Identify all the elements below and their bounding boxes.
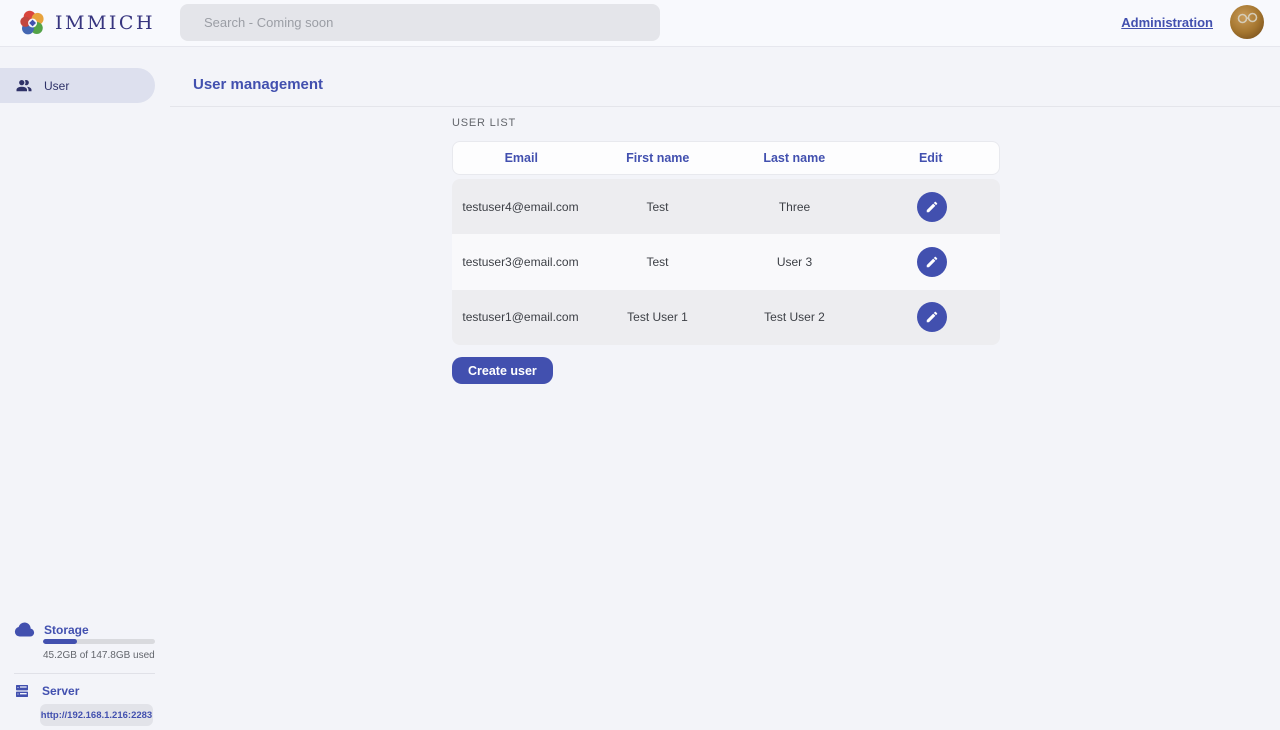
- edit-user-button[interactable]: [917, 302, 947, 332]
- user-table-body: testuser4@email.com Test Three testuser3…: [452, 179, 1000, 345]
- table-row: testuser4@email.com Test Three: [452, 179, 1000, 234]
- user-table-header: Email First name Last name Edit: [452, 141, 1000, 175]
- cell-email: testuser1@email.com: [452, 310, 589, 324]
- cell-email: testuser3@email.com: [452, 255, 589, 269]
- user-avatar[interactable]: [1230, 5, 1264, 39]
- storage-progress-fill: [43, 639, 77, 644]
- user-list-label: USER LIST: [452, 117, 516, 129]
- cell-first-name: Test: [589, 255, 726, 269]
- sidebar-divider: [14, 673, 155, 674]
- sidebar-item-label: User: [44, 79, 69, 93]
- table-row: testuser3@email.com Test User 3: [452, 234, 1000, 289]
- storage-usage-text: 45.2GB of 147.8GB used: [43, 650, 155, 661]
- logo-wordmark: IMMICH: [55, 12, 155, 34]
- cell-email: testuser4@email.com: [452, 200, 589, 214]
- page-title: User management: [193, 76, 323, 93]
- cell-last-name: User 3: [726, 255, 863, 269]
- column-header-email: Email: [453, 151, 590, 165]
- users-icon: [15, 77, 33, 95]
- pencil-icon: [925, 200, 939, 214]
- cloud-icon: [14, 619, 35, 640]
- cell-last-name: Test User 2: [726, 310, 863, 324]
- title-divider: [170, 106, 1280, 107]
- search-input[interactable]: [180, 4, 660, 41]
- immich-admin-app: IMMICH Administration: [0, 0, 1280, 730]
- edit-user-button[interactable]: [917, 247, 947, 277]
- server-section: Server: [14, 683, 164, 699]
- sidebar: User Storage 45.2GB of 147.8GB used Serv…: [0, 47, 170, 730]
- table-row: testuser1@email.com Test User 1 Test Use…: [452, 290, 1000, 345]
- top-navbar: IMMICH Administration: [0, 0, 1280, 47]
- pencil-icon: [925, 255, 939, 269]
- cell-first-name: Test User 1: [589, 310, 726, 324]
- administration-link[interactable]: Administration: [1121, 15, 1213, 30]
- storage-title: Storage: [44, 623, 89, 637]
- storage-progress-bar: [43, 639, 155, 644]
- cell-first-name: Test: [589, 200, 726, 214]
- pencil-icon: [925, 310, 939, 324]
- sidebar-item-user[interactable]: User: [0, 68, 155, 103]
- edit-user-button[interactable]: [917, 192, 947, 222]
- create-user-button[interactable]: Create user: [452, 357, 553, 384]
- app-logo[interactable]: IMMICH: [18, 8, 155, 38]
- column-header-first-name: First name: [590, 151, 727, 165]
- column-header-edit: Edit: [863, 151, 1000, 165]
- cell-last-name: Three: [726, 200, 863, 214]
- storage-section: Storage: [14, 619, 164, 640]
- server-icon: [14, 683, 30, 699]
- immich-flower-icon: [18, 8, 48, 38]
- server-title: Server: [42, 684, 79, 698]
- avatar-photo: [1230, 5, 1264, 39]
- column-header-last-name: Last name: [726, 151, 863, 165]
- server-url-badge: http://192.168.1.216:2283: [40, 704, 153, 726]
